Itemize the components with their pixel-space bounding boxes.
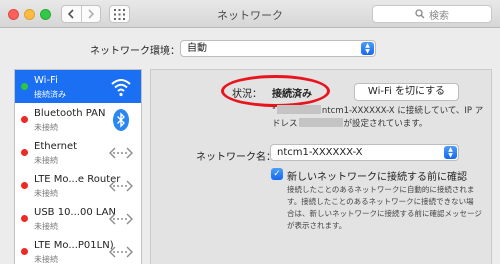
help-line: 合は、新しいネットワークに接続する前に確認メッセージ — [287, 209, 482, 218]
status-dot-disconnected — [21, 149, 28, 156]
description-line1-start: " — [272, 106, 276, 116]
popup-arrows-icon: ▲ ▼ — [361, 42, 374, 55]
status-description-line1: " ntcm1-XXXXXX-X に接続していて、IP ア — [272, 104, 483, 116]
service-item-wifi[interactable]: Wi-Fi 接続済み — [15, 70, 141, 103]
search-placeholder: 検索 — [429, 10, 449, 22]
ask-to-join-label[interactable]: 新しいネットワークに接続する前に確認 — [287, 168, 467, 183]
service-item-lte-mobile-router[interactable]: LTE Mo...e Router 未接続 — [15, 169, 141, 202]
redacted-block — [276, 105, 321, 114]
service-status: 未接続 — [34, 222, 58, 231]
service-name: USB 10...00 LAN — [34, 207, 116, 218]
description-line2-start: ドレス — [272, 119, 298, 129]
service-item-usb-lan[interactable]: USB 10...00 LAN 未接続 — [15, 202, 141, 235]
turn-wifi-off-button[interactable]: Wi-Fi を切にする — [354, 83, 459, 101]
popup-arrows-icon: ▲ ▼ — [444, 146, 457, 159]
service-item-lte-p01ln[interactable]: LTE Mo...P01LN) 未接続 — [15, 235, 141, 264]
service-status: 未接続 — [34, 123, 58, 132]
network-name-select[interactable]: ntcm1-XXXXXX-X ▲ ▼ — [270, 144, 459, 161]
wifi-icon — [111, 79, 131, 97]
network-service-list: Wi-Fi 接続済み Bluetooth PAN 未接続 Ethernet 未接… — [14, 69, 142, 264]
description-line2-end: が設定されています。 — [343, 119, 428, 129]
service-name: Bluetooth PAN — [34, 108, 106, 119]
status-description-line2: ドレス が設定されています。 — [272, 117, 427, 129]
service-name: Wi-Fi — [34, 75, 58, 86]
service-status: 未接続 — [34, 189, 58, 198]
service-status: 接続済み — [34, 90, 66, 99]
service-name: LTE Mo...P01LN) — [34, 240, 114, 251]
service-name: Ethernet — [34, 141, 78, 152]
ethernet-arrows-icon — [109, 180, 133, 192]
ethernet-arrows-icon — [109, 213, 133, 225]
annotation-circle — [221, 75, 330, 107]
bluetooth-icon — [113, 109, 129, 131]
location-label: ネットワーク環境： — [90, 46, 180, 57]
service-name: LTE Mo...e Router — [34, 174, 121, 185]
service-status: 未接続 — [34, 255, 58, 264]
network-name-value: ntcm1-XXXXXX-X — [277, 147, 363, 158]
help-line: す。接続したことのあるネットワークに接続できない場 — [287, 197, 474, 206]
location-value: 自動 — [187, 43, 207, 54]
ethernet-arrows-icon — [109, 147, 133, 159]
search-icon — [415, 9, 425, 19]
status-dot-connected — [21, 83, 28, 90]
ask-to-join-help: 接続したことのあるネットワークに自動的に接続されま す。接続したことのあるネット… — [287, 184, 482, 232]
service-item-ethernet[interactable]: Ethernet 未接続 — [15, 136, 141, 169]
help-line: が表示されます。 — [287, 221, 347, 230]
ask-to-join-checkbox[interactable]: ✓ — [271, 168, 283, 180]
search-field[interactable]: 検索 — [372, 5, 492, 23]
status-dot-disconnected — [21, 248, 28, 255]
network-name-label: ネットワーク名： — [196, 152, 276, 163]
service-item-bluetooth-pan[interactable]: Bluetooth PAN 未接続 — [15, 103, 141, 136]
description-line1-end: ntcm1-XXXXXX-X に接続していて、IP ア — [321, 106, 484, 116]
help-line: 接続したことのあるネットワークに自動的に接続されま — [287, 185, 475, 194]
status-dot-disconnected — [21, 215, 28, 222]
title-bar: ネットワーク 検索 — [0, 0, 500, 28]
status-dot-disconnected — [21, 182, 28, 189]
ethernet-arrows-icon — [109, 246, 133, 258]
status-dot-disconnected — [21, 116, 28, 123]
service-status: 未接続 — [34, 156, 58, 165]
redacted-block — [298, 118, 343, 127]
location-select[interactable]: 自動 ▲ ▼ — [180, 40, 376, 57]
